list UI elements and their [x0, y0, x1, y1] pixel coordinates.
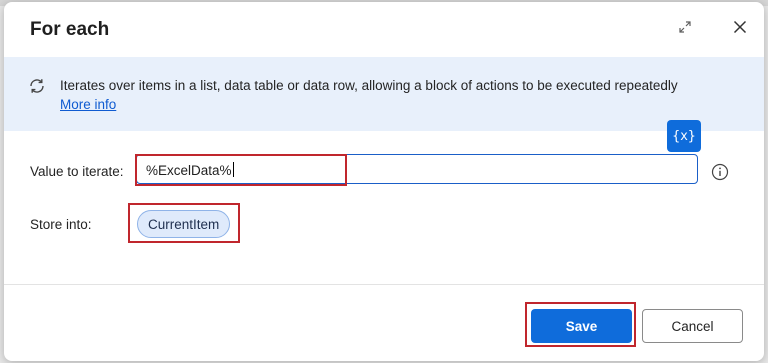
close-icon — [733, 20, 747, 39]
store-into-label: Store into: — [30, 217, 92, 232]
value-to-iterate-text: %ExcelData% — [146, 162, 234, 178]
info-icon[interactable] — [711, 163, 729, 181]
save-button[interactable]: Save — [531, 309, 632, 343]
value-to-iterate-label: Value to iterate: — [30, 164, 124, 179]
close-button[interactable] — [729, 18, 751, 40]
cancel-button[interactable]: Cancel — [642, 309, 743, 343]
store-variable-chip[interactable]: CurrentItem — [137, 210, 231, 238]
insert-variable-button[interactable]: {x} — [667, 120, 701, 152]
text-caret — [232, 162, 234, 177]
expand-button[interactable] — [674, 18, 696, 40]
loop-icon — [28, 77, 46, 95]
more-info-link[interactable]: More info — [60, 97, 116, 112]
info-banner: Iterates over items in a list, data tabl… — [4, 57, 764, 131]
value-to-iterate-input[interactable]: %ExcelData% — [136, 154, 698, 184]
for-each-dialog: For each Iterates over items in a list, … — [4, 2, 764, 361]
footer-divider — [4, 284, 764, 285]
expand-icon — [678, 20, 692, 39]
dialog-title: For each — [30, 19, 110, 40]
info-description: Iterates over items in a list, data tabl… — [60, 78, 678, 93]
